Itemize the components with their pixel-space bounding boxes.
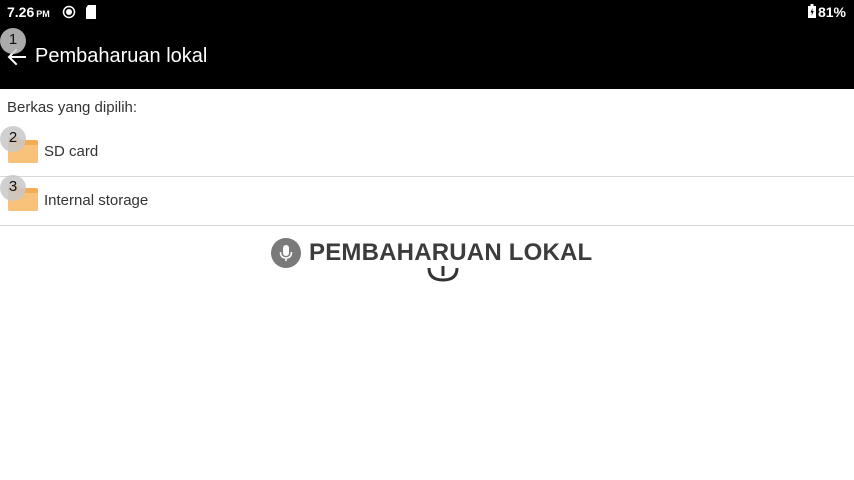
page-title: Pembaharuan lokal [35,45,208,67]
marker-1: 1 [0,28,26,54]
microphone-icon [271,238,301,268]
time-value: 7.26 [7,4,35,20]
selected-files-label: Berkas yang dipilih: [7,99,138,116]
status-bar: 7.26 PM 81% [0,0,854,24]
toolbar: Pembaharuan lokal [0,24,854,89]
list-item-label: Internal storage [44,192,149,209]
list-item-internal-storage[interactable]: Internal storage [0,176,854,226]
list-item-label: SD card [44,143,99,160]
time-ampm: PM [36,9,50,19]
marker-2: 2 [0,126,26,152]
sync-icon [62,5,76,19]
banner-text: PEMBAHARUAN LOKAL [309,239,593,266]
anchor-icon [427,266,459,282]
battery-icon [808,4,816,18]
marker-3: 3 [0,175,26,201]
status-time: 7.26 PM [7,4,50,20]
list-item-sd-card[interactable]: SD card [0,127,854,177]
sd-card-icon [86,5,96,19]
battery-percent: 81% [817,4,846,20]
